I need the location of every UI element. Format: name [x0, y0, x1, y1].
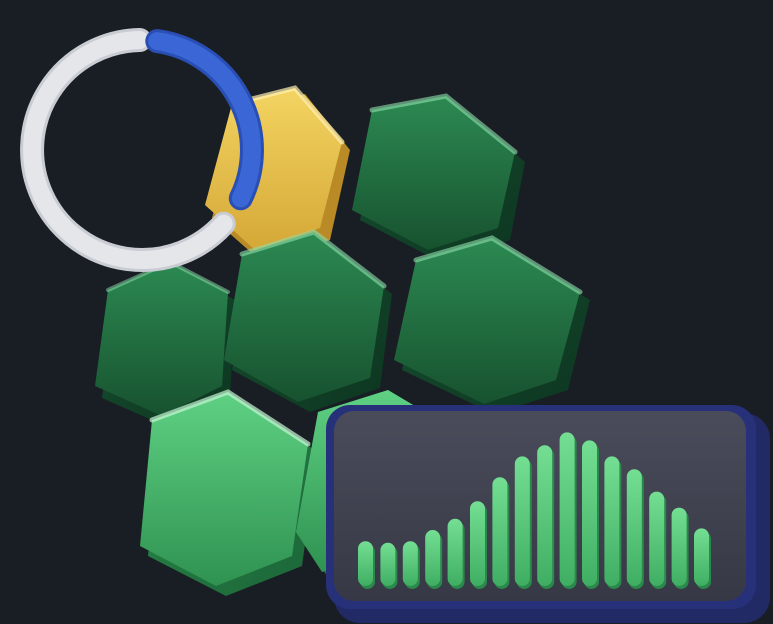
donut-ring: [20, 28, 264, 272]
dark-green-hexagon: [352, 93, 525, 262]
bar: [380, 542, 396, 586]
bar: [604, 456, 620, 586]
bar: [626, 469, 642, 586]
bar: [694, 528, 709, 586]
dark-green-hexagon: [224, 229, 392, 412]
illustration-scene: [0, 0, 773, 624]
bar: [492, 477, 508, 586]
bar: [559, 432, 575, 586]
bar: [671, 507, 687, 586]
bar: [537, 445, 553, 586]
bar: [358, 541, 373, 586]
dark-green-hexagon: [394, 235, 590, 414]
bar: [649, 491, 665, 586]
bar: [582, 440, 597, 586]
bar: [402, 541, 418, 586]
light-green-hexagon: [140, 389, 318, 596]
bar: [514, 456, 530, 586]
bar: [470, 501, 485, 586]
donut-light-segment-highlight: [23, 31, 233, 269]
bar-chart-panel: [326, 405, 770, 623]
illustration-canvas: [20, 28, 770, 623]
bar: [447, 518, 463, 586]
bar: [425, 530, 441, 586]
